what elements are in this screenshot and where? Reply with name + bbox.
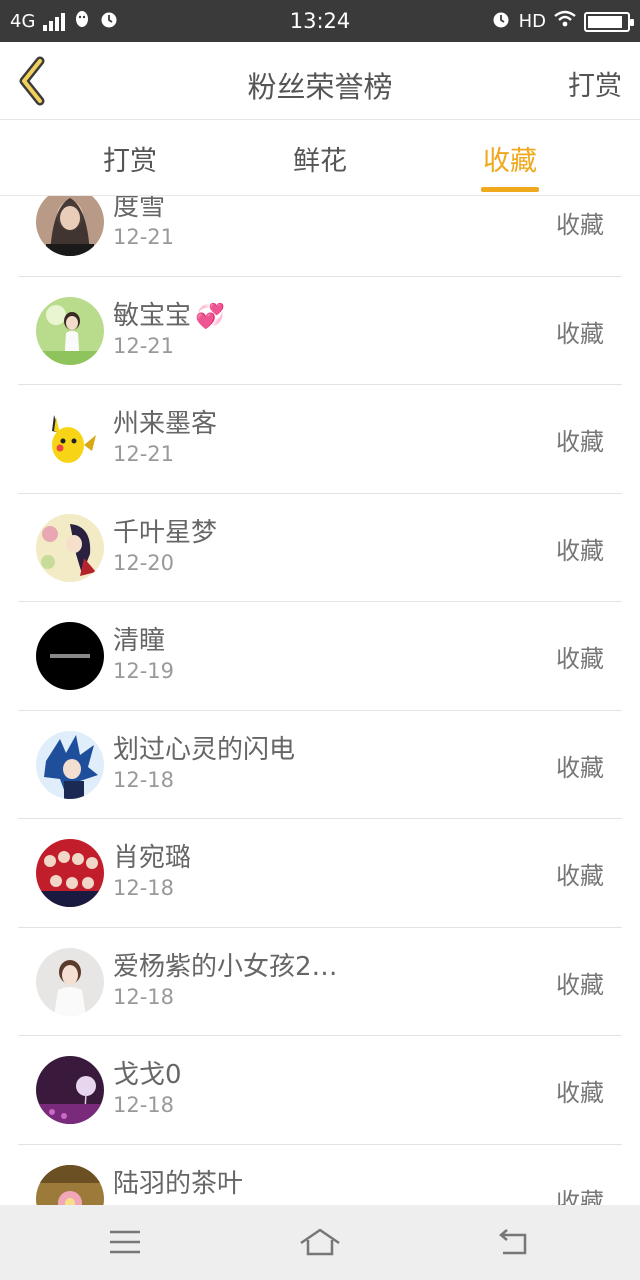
avatar[interactable] bbox=[36, 513, 104, 582]
user-name: 度雪 bbox=[113, 196, 166, 222]
list-item[interactable]: 千叶星梦 12-20 收藏 bbox=[0, 494, 640, 602]
home-button[interactable] bbox=[298, 1227, 342, 1257]
date: 12-21 bbox=[113, 442, 175, 466]
wifi-icon bbox=[554, 10, 576, 33]
tab-label: 打赏 bbox=[103, 146, 157, 177]
date: 12-20 bbox=[113, 550, 175, 575]
row-action-label: 收藏 bbox=[556, 428, 604, 456]
date: 12-21 bbox=[113, 225, 175, 249]
menu-icon bbox=[110, 1230, 140, 1254]
row-action-label: 收藏 bbox=[556, 536, 604, 565]
avatar[interactable] bbox=[36, 196, 104, 256]
list-item[interactable]: 戈戈0 12-18 收藏 bbox=[0, 1036, 640, 1145]
row-action-label: 收藏 bbox=[556, 1187, 604, 1206]
status-right: HD bbox=[491, 9, 634, 34]
list-item[interactable]: 敏宝宝 💞 12-21 收藏 bbox=[0, 277, 640, 385]
active-tab-indicator bbox=[481, 187, 539, 192]
user-name: 划过心灵的闪电 bbox=[113, 734, 296, 765]
menu-button[interactable] bbox=[105, 1227, 145, 1257]
tab-reward[interactable]: 打赏 bbox=[70, 139, 190, 178]
hd-indicator: HD bbox=[518, 11, 546, 32]
tab-bar: 打赏 鲜花 收藏 bbox=[0, 121, 640, 196]
list-item[interactable]: 清瞳 12-19 收藏 bbox=[0, 602, 640, 711]
user-name: 戈戈0 bbox=[113, 1060, 182, 1090]
date: 12-21 bbox=[113, 333, 175, 358]
tab-label: 鲜花 bbox=[293, 146, 347, 177]
list-item[interactable]: 度雪 12-21 收藏 bbox=[0, 196, 640, 277]
avatar[interactable] bbox=[36, 622, 104, 690]
list-item[interactable]: 爱杨紫的小女孩2… 12-18 收藏 bbox=[0, 928, 640, 1036]
system-nav-bar bbox=[0, 1205, 640, 1280]
row-action-label: 收藏 bbox=[556, 970, 604, 999]
user-name: 敏宝宝 💞 bbox=[113, 300, 225, 331]
back-nav-button[interactable] bbox=[495, 1227, 535, 1257]
user-name: 州来墨客 bbox=[113, 409, 218, 439]
avatar[interactable] bbox=[36, 947, 104, 1016]
sparkling-heart-icon: 💞 bbox=[195, 301, 225, 330]
user-name: 爱杨紫的小女孩2… bbox=[113, 951, 338, 982]
battery-icon bbox=[584, 11, 634, 32]
row-action-label: 收藏 bbox=[556, 1079, 604, 1107]
avatar[interactable] bbox=[36, 405, 104, 473]
date: 12-18 bbox=[113, 767, 175, 792]
row-action-label: 收藏 bbox=[556, 211, 604, 239]
row-action-label: 收藏 bbox=[556, 862, 604, 890]
row-action-label: 收藏 bbox=[556, 319, 604, 348]
tab-flowers[interactable]: 鲜花 bbox=[260, 139, 380, 178]
list-item[interactable]: 划过心灵的闪电 12-18 收藏 bbox=[0, 711, 640, 819]
list-item[interactable]: 肖宛璐 12-18 收藏 bbox=[0, 819, 640, 928]
alarm-icon bbox=[491, 9, 511, 34]
user-name: 清瞳 bbox=[113, 626, 166, 656]
home-icon bbox=[300, 1228, 340, 1256]
avatar[interactable] bbox=[36, 1164, 104, 1205]
user-name: 千叶星梦 bbox=[113, 517, 218, 548]
user-name: 陆羽的茶叶 bbox=[113, 1168, 244, 1199]
date: 12-19 bbox=[113, 659, 175, 683]
list-item[interactable]: 陆羽的茶叶 收藏 bbox=[0, 1145, 640, 1206]
reward-button[interactable]: 打赏 bbox=[568, 64, 622, 103]
avatar[interactable] bbox=[36, 296, 104, 365]
status-bar: 4G 13:24 HD bbox=[0, 0, 640, 42]
tab-favorites[interactable]: 收藏 bbox=[450, 139, 570, 192]
list-item[interactable]: 州来墨客 12-21 收藏 bbox=[0, 385, 640, 494]
nav-bar: 粉丝荣誉榜 打赏 bbox=[0, 42, 640, 120]
avatar[interactable] bbox=[36, 730, 104, 799]
row-action-label: 收藏 bbox=[556, 645, 604, 673]
fan-list[interactable]: 度雪 12-21 收藏 敏宝宝💞 12-21 收藏 州来墨客 12-21 收藏 bbox=[0, 196, 640, 1205]
avatar[interactable] bbox=[36, 1056, 104, 1124]
page-title: 粉丝荣誉榜 bbox=[247, 70, 393, 104]
avatar[interactable] bbox=[36, 839, 104, 907]
date: 12-18 bbox=[113, 1093, 175, 1117]
row-action-label: 收藏 bbox=[556, 753, 604, 782]
date: 12-18 bbox=[113, 876, 175, 900]
date: 12-18 bbox=[113, 984, 175, 1009]
return-icon bbox=[499, 1229, 527, 1255]
tab-label: 收藏 bbox=[483, 146, 537, 177]
battery-fill bbox=[588, 15, 622, 28]
user-name: 肖宛璐 bbox=[113, 843, 192, 873]
